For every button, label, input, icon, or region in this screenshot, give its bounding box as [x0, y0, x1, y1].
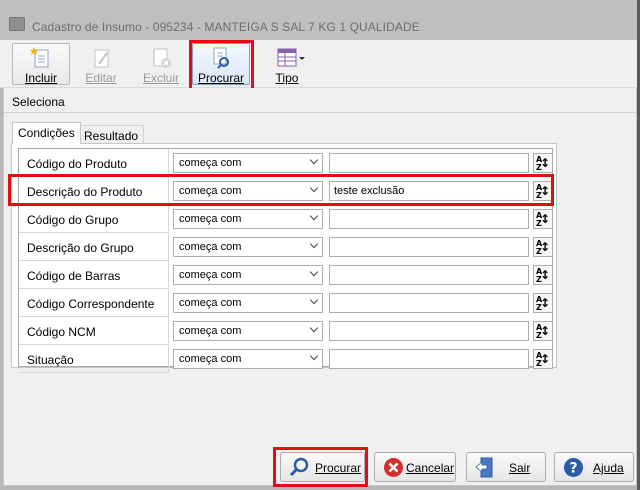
tab-resultado[interactable]: Resultado	[78, 125, 145, 145]
chevron-down-icon	[309, 351, 319, 361]
condition-row: Código NCM começa com A Z ↕	[19, 317, 553, 345]
condition-field-label: Código NCM	[27, 325, 96, 339]
exit-door-icon	[475, 457, 496, 478]
condition-value-input[interactable]	[329, 265, 529, 285]
tab-condicoes[interactable]: Condições	[12, 122, 81, 144]
chevron-down-icon	[309, 295, 319, 305]
incluir-button[interactable]: Incluir	[12, 43, 70, 85]
condition-value-input[interactable]	[329, 237, 529, 257]
window-title: Cadastro de Insumo - 095234 - MANTEIGA S…	[32, 20, 420, 34]
cancelar-button[interactable]: Cancelar	[374, 452, 456, 482]
selection-panel: Seleciona Condições Resultado Código do …	[3, 88, 637, 486]
sair-button[interactable]: Sair	[466, 452, 546, 482]
cancel-icon	[383, 457, 404, 478]
highlight-footer-procurar	[273, 447, 368, 487]
svg-text:?: ?	[569, 461, 577, 477]
condition-field-label: Situação	[27, 353, 74, 367]
editar-button[interactable]: Editar	[72, 43, 130, 85]
sort-button[interactable]: A Z ↕	[533, 349, 553, 369]
condition-row: Descrição do Grupo começa com A Z ↕	[19, 233, 553, 261]
condition-field-label: Código Correspondente	[27, 297, 155, 311]
sort-button[interactable]: A Z ↕	[533, 293, 553, 313]
operator-select[interactable]: começa com	[173, 209, 323, 229]
condition-row: Situação começa com A Z ↕	[19, 345, 553, 373]
operator-select[interactable]: começa com	[173, 237, 323, 257]
operator-select[interactable]: começa com	[173, 293, 323, 313]
operator-select[interactable]: começa com	[173, 321, 323, 341]
condition-row: Código Correspondente começa com A Z ↕	[19, 289, 553, 317]
tipo-button[interactable]: Tipo	[258, 43, 316, 85]
help-icon: ?	[563, 457, 584, 478]
condition-value-input[interactable]	[329, 321, 529, 341]
excluir-button[interactable]: Excluir	[132, 43, 190, 85]
highlight-toolbar-procurar	[189, 40, 254, 91]
edit-document-icon	[89, 47, 113, 69]
sort-button[interactable]: A Z ↕	[533, 237, 553, 257]
condition-value-input[interactable]	[329, 153, 529, 173]
condition-field-label: Código de Barras	[27, 269, 121, 283]
condition-row: Código do Grupo começa com A Z ↕	[19, 205, 553, 233]
condition-value-input[interactable]	[329, 209, 529, 229]
operator-select[interactable]: começa com	[173, 265, 323, 285]
ajuda-button[interactable]: ? Ajuda	[554, 452, 634, 482]
sort-button[interactable]: A Z ↕	[533, 321, 553, 341]
highlight-descricao-row	[8, 174, 554, 206]
chevron-down-icon	[309, 267, 319, 277]
delete-document-icon	[149, 47, 173, 69]
condition-field-label: Descrição do Grupo	[27, 241, 134, 255]
condition-value-input[interactable]	[329, 349, 529, 369]
condition-row: Código do Produto começa com A Z ↕	[19, 149, 553, 177]
sort-button[interactable]: A Z ↕	[533, 153, 553, 173]
chevron-down-icon	[309, 155, 319, 165]
operator-select[interactable]: começa com	[173, 153, 323, 173]
chevron-down-icon	[309, 323, 319, 333]
condition-field-label: Código do Grupo	[27, 213, 119, 227]
chevron-down-icon	[309, 211, 319, 221]
operator-select[interactable]: começa com	[173, 349, 323, 369]
panel-heading: Seleciona	[12, 95, 65, 109]
toolbar: Incluir Editar Excluir Procurar Tipo	[0, 40, 637, 88]
table-view-icon	[275, 47, 305, 69]
condition-value-input[interactable]	[329, 293, 529, 313]
sort-button[interactable]: A Z ↕	[533, 209, 553, 229]
chevron-down-icon	[309, 239, 319, 249]
panel-header: Seleciona	[4, 88, 636, 113]
new-document-icon	[29, 47, 53, 69]
condition-field-label: Código do Produto	[27, 157, 128, 171]
sort-button[interactable]: A Z ↕	[533, 265, 553, 285]
condition-row: Código de Barras começa com A Z ↕	[19, 261, 553, 289]
title-bar: Cadastro de Insumo - 095234 - MANTEIGA S…	[0, 0, 640, 40]
app-icon	[9, 17, 25, 31]
